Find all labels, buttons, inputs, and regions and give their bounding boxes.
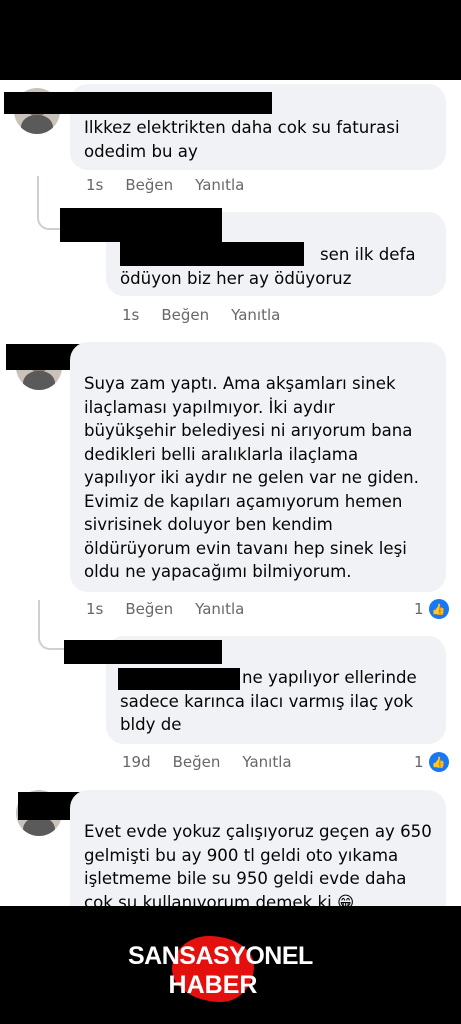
like-button[interactable]: Beğen [125, 600, 173, 618]
thread-line [38, 600, 66, 650]
comment-time: 1s [86, 176, 104, 194]
reaction-summary[interactable]: 1 👍 [414, 599, 449, 619]
like-button[interactable]: Beğen [173, 753, 221, 771]
comment-time: 19d [122, 753, 151, 771]
reaction-count: 1 [414, 753, 424, 771]
comment-text: Suya zam yaptı. Ama akşamları sinek ilaç… [84, 374, 419, 581]
reaction-summary[interactable]: 1 👍 [414, 752, 449, 772]
thread-line [37, 176, 61, 230]
comment-actions: 1s Beğen Yanıtla [86, 600, 244, 618]
reply-button[interactable]: Yanıtla [242, 753, 291, 771]
thumbs-up-icon: 👍 [428, 599, 449, 619]
redacted-mention [120, 242, 304, 266]
logo-line-2: HABER [168, 971, 258, 999]
redacted-name [64, 640, 222, 664]
comment-bubble: Evet evde yokuz çalışıyoruz geçen ay 650… [70, 790, 446, 906]
comment-actions: 1s Beğen Yanıtla [122, 306, 280, 324]
redacted-name [4, 92, 272, 114]
redacted-name [60, 208, 222, 242]
comment-actions: 19d Beğen Yanıtla [122, 753, 292, 771]
like-button[interactable]: Beğen [125, 176, 173, 194]
comment-time: 1s [122, 306, 140, 324]
sansasyonel-haber-logo: SANSASYONEL HABER [128, 928, 313, 1008]
top-black-bar [0, 0, 461, 80]
reply-button[interactable]: Yanıtla [231, 306, 280, 324]
comment-bubble: Suya zam yaptı. Ama akşamları sinek ilaç… [70, 342, 446, 592]
comment-actions: 1s Beğen Yanıtla [86, 176, 244, 194]
comments-feed: Ilkkez elektrikten daha cok su faturasi … [0, 80, 461, 906]
comment-time: 1s [86, 600, 104, 618]
redacted-mention [118, 668, 240, 690]
reply-button[interactable]: Yanıtla [195, 176, 244, 194]
comment-text: Evet evde yokuz çalışıyoruz geçen ay 650… [84, 822, 432, 906]
comment-text: Ilkkez elektrikten daha cok su faturasi … [84, 118, 400, 161]
like-button[interactable]: Beğen [161, 306, 209, 324]
reply-button[interactable]: Yanıtla [195, 600, 244, 618]
logo-line-1: SANSASYONEL [128, 942, 313, 970]
watermark-footer: SANSASYONEL HABER [0, 906, 461, 1024]
thumbs-up-icon: 👍 [428, 752, 449, 772]
reaction-count: 1 [414, 600, 424, 618]
